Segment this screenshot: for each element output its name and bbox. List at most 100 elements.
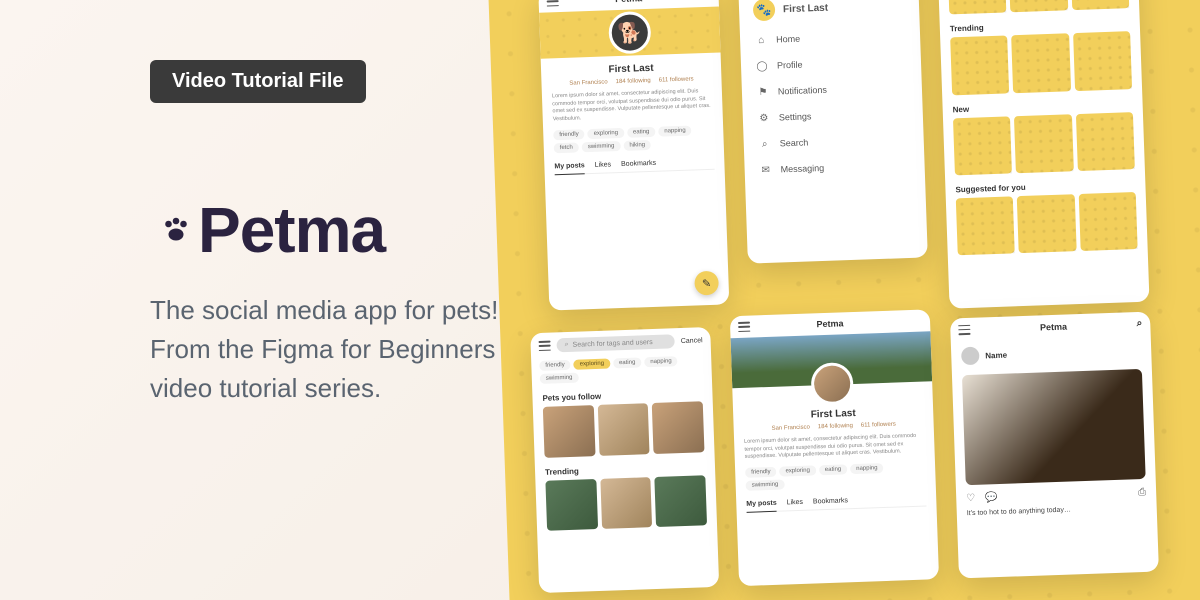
grid-thumb[interactable] [652, 401, 704, 453]
grid-thumb[interactable] [947, 0, 1006, 15]
search-icon[interactable]: ⌕ [1136, 318, 1142, 329]
profile-tags: friendly exploring eating napping fetch … [553, 125, 714, 154]
grid-thumb[interactable] [950, 36, 1009, 95]
tag-chip[interactable]: swimming [746, 480, 785, 491]
tag-chip[interactable]: eating [819, 464, 848, 475]
like-icon[interactable]: ♡ [966, 493, 975, 504]
avatar-icon: 🐾 [753, 0, 776, 21]
profile-banner: 🐕 [539, 6, 720, 58]
menu-label: Home [776, 34, 800, 45]
grid-thumb[interactable] [1070, 0, 1129, 10]
mockup-feed-screen: Petma ⌕ Name ♡ 💬 ⎙ It’s too hot to do an… [950, 312, 1159, 579]
tag-chip[interactable]: hiking [623, 140, 651, 151]
bookmark-icon[interactable]: ⎙ [1138, 487, 1146, 498]
app-title: Petma [816, 318, 843, 329]
grid-thumb[interactable] [1076, 112, 1135, 171]
profile-following[interactable]: 184 following [616, 78, 651, 85]
tag-chip-active[interactable]: exploring [574, 358, 611, 369]
tag-chip[interactable]: friendly [553, 129, 585, 140]
profile-followers[interactable]: 611 followers [861, 422, 896, 429]
search-icon: ⌕ [565, 341, 569, 349]
menu-label: Messaging [780, 163, 824, 175]
profile-bio: Lorem ipsum dolor sit amet, consectetur … [552, 88, 713, 124]
grid-thumb[interactable] [1014, 114, 1073, 173]
tag-chip[interactable]: swimming [540, 373, 579, 384]
search-cancel[interactable]: Cancel [681, 337, 703, 345]
tab-bookmarks[interactable]: Bookmarks [813, 497, 848, 505]
tag-chip[interactable]: eating [627, 127, 656, 138]
mockup-explore-screen: friendly exploring eating napping fetch … [936, 0, 1149, 309]
tag-chip[interactable]: napping [658, 125, 692, 136]
menu-messaging[interactable]: ✉ Messaging [754, 152, 915, 184]
compose-fab[interactable]: ✎ [694, 271, 719, 296]
profile-following[interactable]: 184 following [818, 423, 853, 430]
comment-icon[interactable]: 💬 [985, 492, 998, 503]
grid-thumb[interactable] [1078, 192, 1137, 251]
tab-my-posts[interactable]: My posts [746, 500, 777, 513]
tag-chip[interactable]: napping [850, 463, 884, 474]
mockup-profile-hero-screen: Petma First Last San Francisco 184 follo… [730, 309, 939, 586]
mockup-menu-screen: ← Back 🐾 First Last ⌂Home ◯Profile ⚑Noti… [737, 0, 927, 264]
app-title: Petma [615, 0, 642, 4]
tag-chip[interactable]: friendly [745, 467, 777, 478]
avatar[interactable]: 🐕 [608, 11, 651, 54]
profile-location: San Francisco [771, 425, 810, 432]
tag-chip[interactable]: eating [613, 357, 642, 368]
search-placeholder: Search for tags and users [572, 338, 652, 348]
profile-hero-image [731, 331, 933, 388]
profile-location: San Francisco [569, 79, 608, 86]
grid-thumb[interactable] [956, 196, 1015, 255]
tab-bookmarks[interactable]: Bookmarks [621, 160, 656, 168]
search-input[interactable]: ⌕Search for tags and users [556, 334, 675, 352]
profile-name: First Last [551, 61, 711, 78]
gear-icon: ⚙ [757, 111, 771, 125]
grid-thumb[interactable] [597, 403, 649, 455]
mockup-search-screen: ⌕Search for tags and users Cancel friend… [530, 327, 719, 593]
tab-likes[interactable]: Likes [595, 161, 612, 169]
hamburger-icon[interactable] [738, 322, 750, 332]
grid-thumb[interactable] [1011, 34, 1070, 93]
hamburger-icon[interactable] [539, 341, 551, 351]
profile-followers[interactable]: 611 followers [659, 76, 694, 83]
tag-chip[interactable]: friendly [539, 360, 571, 371]
grid-thumb[interactable] [1017, 194, 1076, 253]
tag-chip[interactable]: fetch [554, 142, 579, 153]
menu-label: Settings [779, 111, 812, 122]
tagline: The social media app for pets! From the … [150, 291, 550, 408]
badge-tutorial-file: Video Tutorial File [150, 60, 366, 103]
menu-user-name: First Last [783, 2, 828, 15]
tag-chip[interactable]: swimming [582, 141, 621, 152]
post-image[interactable] [962, 369, 1146, 485]
grid-thumb[interactable] [655, 475, 707, 527]
grid-thumb[interactable] [600, 477, 652, 529]
app-title: Petma [1040, 321, 1067, 332]
profile-bio: Lorem ipsum dolor sit amet, consectetur … [744, 433, 925, 462]
flag-icon: ⚑ [756, 85, 770, 99]
grid-thumb[interactable] [545, 479, 597, 531]
mockup-canvas: Petma 🐕 First Last San Francisco 184 fol… [487, 0, 1200, 600]
tag-chip[interactable]: napping [644, 356, 678, 367]
mockup-profile-screen: Petma 🐕 First Last San Francisco 184 fol… [538, 0, 729, 311]
paw-icon [150, 204, 202, 256]
grid-thumb[interactable] [1073, 31, 1132, 90]
menu-label: Notifications [778, 85, 827, 97]
menu-label: Search [780, 137, 809, 148]
tab-my-posts[interactable]: My posts [554, 162, 585, 175]
tab-likes[interactable]: Likes [787, 499, 804, 507]
post-avatar[interactable] [961, 347, 980, 366]
post-username[interactable]: Name [985, 350, 1007, 360]
grid-thumb[interactable] [953, 116, 1012, 175]
hamburger-icon[interactable] [546, 0, 558, 6]
pencil-icon: ✎ [702, 276, 712, 289]
search-icon: ⌕ [758, 137, 772, 151]
home-icon: ⌂ [754, 33, 768, 47]
tag-chip[interactable]: exploring [779, 465, 816, 476]
grid-thumb[interactable] [1009, 0, 1068, 13]
profile-name: First Last [743, 406, 923, 423]
chat-icon: ✉ [758, 163, 772, 177]
grid-thumb[interactable] [543, 405, 595, 457]
tag-chip[interactable]: exploring [587, 128, 624, 139]
hamburger-icon[interactable] [958, 324, 970, 334]
brand-text-visible: Petma [198, 193, 385, 267]
user-icon: ◯ [755, 59, 769, 73]
